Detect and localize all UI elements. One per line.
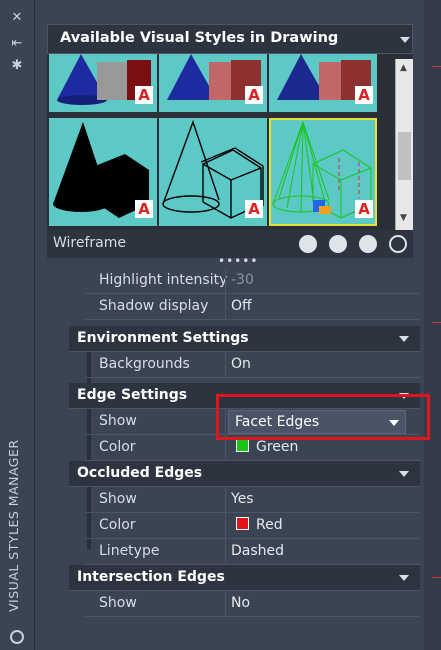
gallery-scrollbar[interactable]: ▲ ▼ <box>395 59 413 230</box>
visual-styles-panel: Available Visual Styles in Drawing A A A… <box>35 10 423 650</box>
prop-row-backgrounds: Backgrounds On <box>85 352 420 378</box>
chevron-down-icon[interactable] <box>399 336 409 342</box>
export-to-palette-icon[interactable] <box>359 235 377 253</box>
style-thumbnail-sketchy[interactable]: A <box>159 118 267 226</box>
palette-strip: ✕ ⇤ ✱ VISUAL STYLES MANAGER <box>0 0 35 650</box>
resize-grip-icon[interactable]: ••••• <box>218 254 258 268</box>
palette-title: VISUAL STYLES MANAGER <box>6 439 21 612</box>
style-gallery: A A A A A A ▲ ▼ <box>47 54 413 230</box>
style-thumbnail-shaded[interactable]: A <box>159 54 267 112</box>
occluded-color-value[interactable]: Red <box>236 517 283 533</box>
prop-row-shadow-display: Shadow display Off <box>85 294 420 320</box>
autocad-badge-icon: A <box>245 200 263 218</box>
highlight-intensity-value[interactable]: -30 <box>231 272 254 288</box>
close-icon[interactable]: ✕ <box>9 10 25 26</box>
backgrounds-value[interactable]: On <box>231 356 251 372</box>
category-environment-settings[interactable]: Environment Settings <box>69 326 420 352</box>
autocad-badge-icon: A <box>135 86 153 104</box>
scroll-down-icon[interactable]: ▼ <box>400 213 407 223</box>
category-intersection-edges[interactable]: Intersection Edges <box>69 565 420 591</box>
prop-row-occluded-color: Color Red <box>85 513 420 539</box>
occluded-linetype-value[interactable]: Dashed <box>231 543 284 559</box>
prop-row-occluded-linetype: Linetype Dashed <box>85 539 420 565</box>
style-thumbnail-wireframe-selected[interactable]: A <box>269 118 377 226</box>
autocad-badge-icon: A <box>355 200 373 218</box>
green-swatch-icon <box>236 439 249 452</box>
chevron-down-icon[interactable] <box>400 37 410 43</box>
prop-row-intersection-show: Show No <box>85 591 420 617</box>
autohide-icon[interactable]: ⇤ <box>9 36 25 52</box>
properties-icon[interactable] <box>10 630 24 644</box>
chevron-down-icon[interactable] <box>399 471 409 477</box>
annotation-highlight-box <box>216 394 430 440</box>
scroll-up-icon[interactable]: ▲ <box>400 63 407 73</box>
chevron-down-icon[interactable] <box>399 575 409 581</box>
create-style-icon[interactable] <box>299 235 317 253</box>
gear-icon[interactable]: ✱ <box>9 58 25 74</box>
edge-color-value[interactable]: Green <box>236 439 298 455</box>
category-occluded-edges[interactable]: Occluded Edges <box>69 461 420 487</box>
scroll-thumb[interactable] <box>398 132 411 180</box>
style-thumbnail-realistic[interactable]: A <box>49 54 157 112</box>
drawing-canvas-edge <box>424 0 441 650</box>
style-thumbnail-conceptual[interactable]: A <box>269 54 377 112</box>
autocad-badge-icon: A <box>355 86 373 104</box>
red-swatch-icon <box>236 517 249 530</box>
gallery-title: Available Visual Styles in Drawing <box>60 30 339 46</box>
current-style-name: Wireframe <box>53 235 127 251</box>
autocad-badge-icon: A <box>245 86 263 104</box>
autocad-badge-icon: A <box>135 200 153 218</box>
prop-row-highlight-intensity: Highlight intensity -30 <box>85 268 420 294</box>
gallery-header[interactable]: Available Visual Styles in Drawing <box>47 24 413 54</box>
occluded-show-value[interactable]: Yes <box>231 491 254 507</box>
style-thumbnail-hidden[interactable]: A <box>49 118 157 226</box>
intersection-show-value[interactable]: No <box>231 595 250 611</box>
shadow-display-value[interactable]: Off <box>231 298 252 314</box>
delete-style-icon[interactable] <box>389 235 407 253</box>
prop-row-occluded-show: Show Yes <box>85 487 420 513</box>
apply-to-viewport-icon[interactable] <box>329 235 347 253</box>
